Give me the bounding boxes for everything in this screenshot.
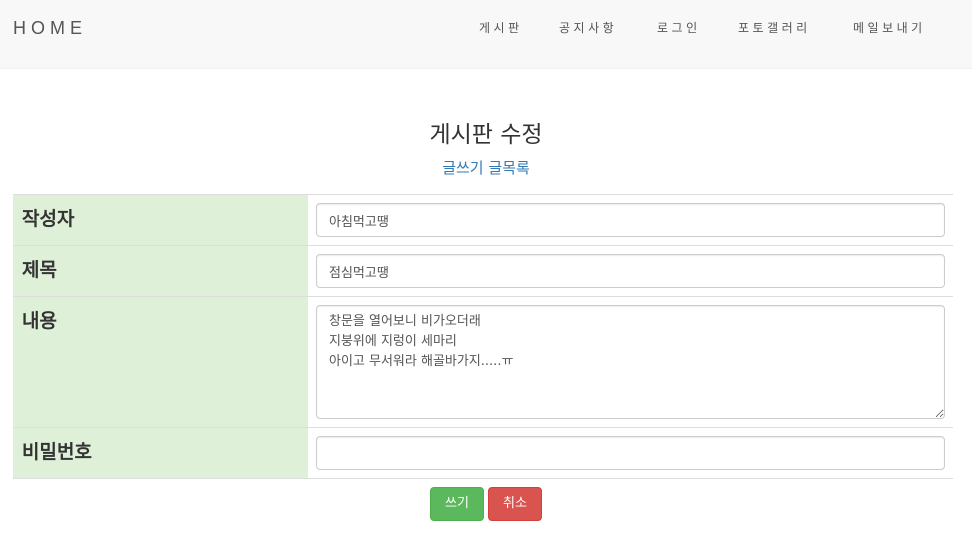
form-buttons: 쓰기 취소 bbox=[0, 487, 972, 521]
password-row: 비밀번호 bbox=[13, 427, 953, 479]
write-link[interactable]: 글쓰기 bbox=[442, 159, 483, 177]
cancel-button[interactable]: 취소 bbox=[488, 487, 542, 521]
password-input[interactable] bbox=[316, 436, 945, 470]
nav-item-notice[interactable]: 공지사항 bbox=[559, 19, 617, 36]
nav-item-send-mail[interactable]: 메일보내기 bbox=[853, 19, 926, 36]
content-textarea[interactable]: 창문을 열어보니 비가오더래 지붕위에 지렁이 세마리 아이고 무서워라 해골바… bbox=[316, 305, 945, 419]
page-title: 게시판 수정 bbox=[429, 122, 543, 148]
submit-button[interactable]: 쓰기 bbox=[430, 487, 484, 521]
subject-label: 제목 bbox=[13, 245, 308, 297]
navbar: HOME 게시판 공지사항 로그인 포토갤러리 메일보내기 bbox=[0, 0, 972, 69]
subject-input[interactable] bbox=[316, 254, 945, 288]
edit-form-table: 작성자 제목 내용 창문을 열어보니 비가오더래 지붕위에 지렁이 세마리 아이… bbox=[13, 194, 953, 479]
nav-item-board[interactable]: 게시판 bbox=[479, 19, 523, 36]
content-row: 내용 창문을 열어보니 비가오더래 지붕위에 지렁이 세마리 아이고 무서워라 … bbox=[13, 296, 953, 428]
writer-input[interactable] bbox=[316, 203, 945, 237]
nav-item-login[interactable]: 로그인 bbox=[657, 19, 701, 36]
board-links: 글쓰기 글목록 bbox=[0, 157, 972, 178]
password-label: 비밀번호 bbox=[13, 427, 308, 479]
writer-label: 작성자 bbox=[13, 194, 308, 246]
list-link[interactable]: 글목록 bbox=[488, 159, 529, 177]
brand-home-link[interactable]: HOME bbox=[13, 18, 87, 39]
writer-row: 작성자 bbox=[13, 194, 953, 246]
subject-row: 제목 bbox=[13, 245, 953, 297]
nav-item-photo-gallery[interactable]: 포토갤러리 bbox=[738, 19, 811, 36]
content-label: 내용 bbox=[13, 296, 308, 428]
